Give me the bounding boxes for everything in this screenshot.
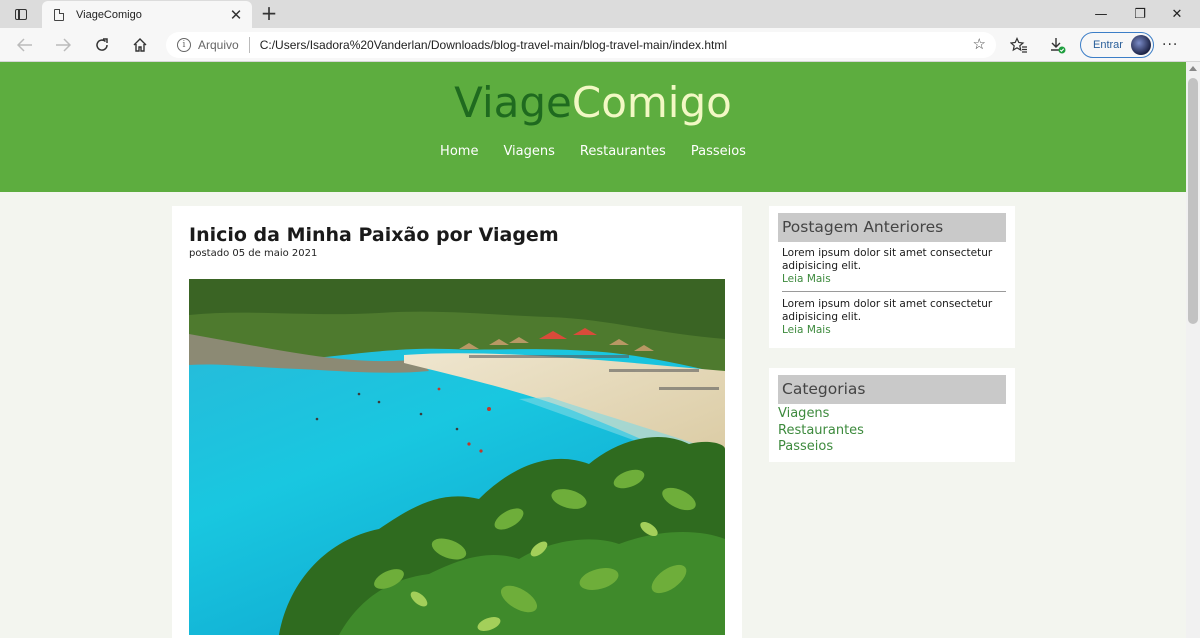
tab-title: ViageComigo: [76, 8, 142, 21]
post-title: Inicio da Minha Paixão por Viagem: [189, 224, 559, 246]
favorites-icon: [1010, 37, 1027, 53]
refresh-icon: [96, 38, 108, 51]
more-options-icon[interactable]: ···: [1162, 37, 1178, 53]
nav-restaurantes[interactable]: Restaurantes: [580, 144, 666, 159]
scroll-up-icon[interactable]: [1189, 66, 1197, 71]
previous-post-excerpt: Lorem ipsum dolor sit amet consectetur a…: [782, 298, 993, 323]
browser-nav-bar: i Arquivo C:/Users/Isadora%20Vanderlan/D…: [0, 28, 1200, 62]
categories-widget: Categorias Viagens Restaurantes Passeios: [769, 368, 1015, 462]
refresh-button[interactable]: [89, 33, 115, 57]
scroll-thumb[interactable]: [1188, 78, 1198, 324]
close-window-button[interactable]: ✕: [1154, 0, 1200, 28]
tab-actions-button[interactable]: [8, 4, 34, 24]
forward-button[interactable]: [50, 33, 76, 57]
browser-tab-strip: ViageComigo ✕ + — ❐ ✕: [0, 0, 1200, 28]
signin-button[interactable]: Entrar: [1080, 32, 1154, 58]
main-nav: Home Viagens Restaurantes Passeios: [0, 144, 1186, 159]
category-passeios[interactable]: Passeios: [778, 439, 1015, 456]
logo-part-viage: Viage: [454, 78, 572, 127]
download-icon: [1051, 38, 1066, 54]
add-favorite-icon[interactable]: ☆: [973, 35, 986, 53]
tab-actions-icon: [15, 8, 27, 20]
previous-posts-widget: Postagem Anteriores Lorem ipsum dolor si…: [769, 206, 1015, 348]
logo-part-comigo: Comigo: [571, 78, 732, 127]
avatar: [1131, 35, 1151, 55]
previous-post-excerpt: Lorem ipsum dolor sit amet consectetur a…: [782, 247, 993, 272]
back-button[interactable]: [12, 33, 38, 57]
nav-home[interactable]: Home: [440, 144, 478, 159]
category-viagens[interactable]: Viagens: [778, 406, 1015, 423]
categories-title: Categorias: [778, 375, 1006, 404]
category-restaurantes[interactable]: Restaurantes: [778, 423, 1015, 440]
back-arrow-icon: [17, 38, 32, 52]
downloads-button[interactable]: [1044, 33, 1070, 57]
address-origin: Arquivo: [198, 38, 239, 52]
page-icon: [54, 8, 64, 21]
vertical-scrollbar[interactable]: [1186, 62, 1200, 638]
info-icon[interactable]: i: [177, 38, 191, 52]
nav-viagens[interactable]: Viagens: [503, 144, 554, 159]
tab-close-icon[interactable]: ✕: [226, 5, 246, 25]
nav-passeios[interactable]: Passeios: [691, 144, 746, 159]
previous-post-item: Lorem ipsum dolor sit amet consectetur a…: [782, 247, 1006, 286]
read-more-link[interactable]: Leia Mais: [782, 273, 1006, 286]
category-list: Viagens Restaurantes Passeios: [778, 406, 1015, 456]
address-separator: [248, 37, 250, 53]
forward-arrow-icon: [56, 38, 71, 52]
site-header: ViageComigo Home Viagens Restaurantes Pa…: [0, 62, 1186, 192]
signin-label: Entrar: [1093, 39, 1123, 51]
read-more-link[interactable]: Leia Mais: [782, 324, 1006, 337]
home-button[interactable]: [127, 33, 153, 57]
previous-posts-title: Postagem Anteriores: [778, 213, 1006, 242]
address-url[interactable]: C:/Users/Isadora%20Vanderlan/Downloads/b…: [260, 38, 727, 52]
post-card: Inicio da Minha Paixão por Viagem postad…: [172, 206, 742, 638]
post-image-beach: [189, 279, 725, 635]
site-logo[interactable]: ViageComigo: [0, 76, 1186, 130]
address-bar[interactable]: i Arquivo C:/Users/Isadora%20Vanderlan/D…: [166, 32, 996, 58]
previous-post-item: Lorem ipsum dolor sit amet consectetur a…: [782, 298, 1006, 337]
new-tab-button[interactable]: +: [258, 3, 280, 25]
browser-tab[interactable]: ViageComigo ✕: [42, 1, 252, 28]
post-date: postado 05 de maio 2021: [189, 248, 318, 259]
home-icon: [133, 38, 147, 52]
divider: [782, 291, 1006, 292]
favorites-button[interactable]: [1006, 33, 1032, 57]
